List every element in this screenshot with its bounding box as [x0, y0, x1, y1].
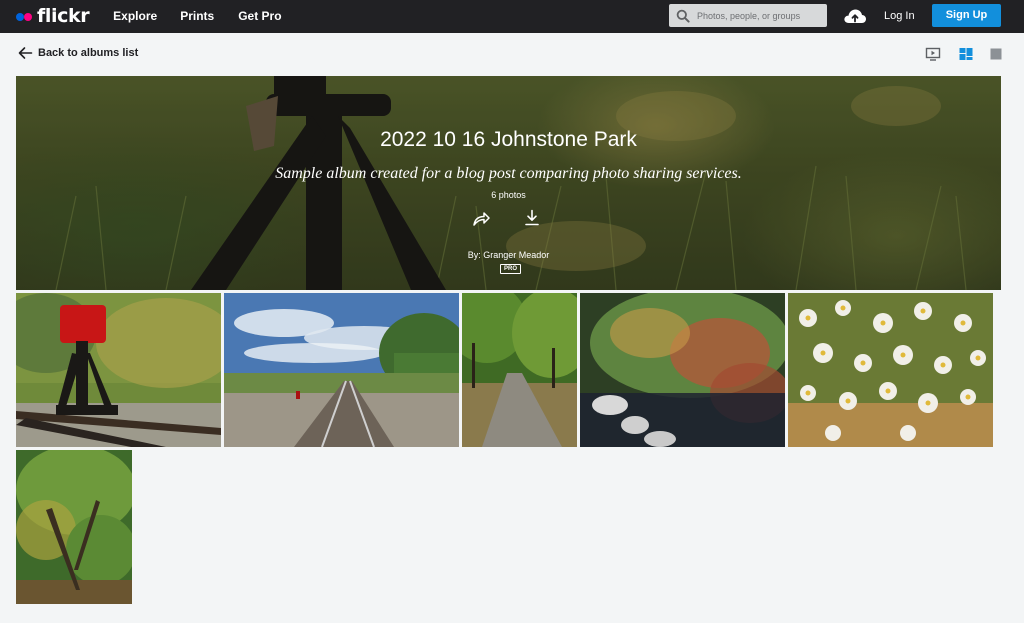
signup-button[interactable]: Sign Up — [932, 4, 1001, 27]
logo-blue-dot — [16, 12, 24, 21]
download-icon[interactable] — [524, 209, 540, 227]
logo-wordmark: flickr — [37, 5, 90, 27]
nav-get-pro[interactable]: Get Pro — [238, 0, 281, 33]
search-box[interactable] — [669, 4, 827, 27]
back-to-albums-link[interactable]: Back to albums list — [17, 46, 138, 60]
photo-thumbnail — [580, 293, 785, 447]
photo-thumbnail — [462, 293, 577, 447]
search-input[interactable] — [697, 10, 825, 21]
album-owner-byline[interactable]: By: Granger Meador — [16, 250, 1001, 260]
photo-thumbnail — [224, 293, 459, 447]
grid-icon[interactable] — [958, 46, 974, 62]
back-link-label: Back to albums list — [38, 47, 139, 59]
nav-explore[interactable]: Explore — [113, 0, 157, 33]
photo-tile-2[interactable] — [224, 293, 459, 447]
photo-thumbnail — [16, 293, 221, 447]
photo-tile-3[interactable] — [462, 293, 577, 447]
cloud-upload-icon[interactable] — [843, 6, 867, 26]
single-photo-icon[interactable] — [988, 46, 1004, 62]
owner-name[interactable]: By: Granger Meador — [468, 250, 550, 260]
slideshow-icon[interactable] — [925, 46, 941, 62]
album-title: 2022 10 16 Johnstone Park — [380, 128, 637, 151]
search-icon[interactable] — [676, 9, 690, 23]
photo-thumbnail — [788, 293, 993, 447]
arrow-left-icon — [17, 46, 33, 60]
pro-badge: PRO — [500, 264, 522, 274]
nav-prints[interactable]: Prints — [180, 0, 214, 33]
flickr-logo[interactable]: flickr — [16, 0, 90, 33]
share-icon[interactable] — [472, 209, 490, 227]
album-cover-header: 2022 10 16 Johnstone Park Sample album c… — [16, 76, 1001, 290]
login-link[interactable]: Log In — [884, 0, 915, 33]
logo-pink-dot — [24, 12, 32, 21]
album-description: Sample album created for a blog post com… — [275, 165, 742, 182]
photo-thumbnail — [16, 450, 132, 604]
photo-count: 6 photos — [491, 190, 526, 200]
photo-tile-4[interactable] — [580, 293, 785, 447]
photo-tile-6[interactable] — [16, 450, 132, 604]
photo-tile-5[interactable] — [788, 293, 993, 447]
top-navigation-bar: flickr Explore Prints Get Pro Log In Sig… — [0, 0, 1024, 33]
photo-tile-1[interactable] — [16, 293, 221, 447]
